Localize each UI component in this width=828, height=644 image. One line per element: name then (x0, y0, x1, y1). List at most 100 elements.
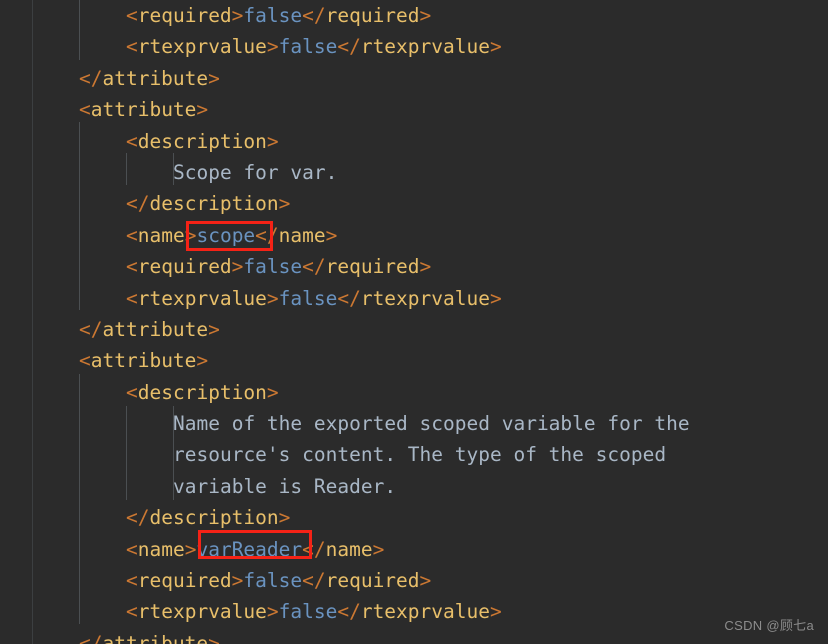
code-token: </ (79, 317, 103, 341)
code-content[interactable]: <required>false</required> <rtexprvalue>f… (0, 0, 828, 644)
code-token: < (126, 255, 138, 279)
code-token: > (231, 4, 244, 27)
code-token: < (126, 569, 138, 593)
code-token: Scope for var. (173, 160, 338, 184)
code-token: attribute (102, 66, 209, 90)
code-token: Name of the exported scoped variable for… (173, 412, 690, 436)
code-token: > (208, 317, 220, 341)
code-token: > (266, 129, 279, 153)
code-token: rtexprvalue (360, 35, 490, 59)
code-token: > (372, 537, 385, 561)
code-line[interactable]: <attribute> (0, 345, 828, 376)
code-token: false (278, 35, 338, 59)
code-token: > (489, 600, 502, 624)
code-token: description (149, 506, 279, 530)
code-token: </ (79, 631, 103, 644)
code-token: description (137, 129, 267, 153)
code-token: </ (302, 569, 326, 593)
code-token: varReader (196, 537, 303, 561)
code-token: > (419, 4, 432, 27)
code-token: > (196, 98, 209, 122)
code-token: required (325, 569, 420, 593)
code-token: > (419, 569, 432, 593)
code-line[interactable]: <attribute> (0, 94, 828, 125)
code-token: required (325, 255, 420, 279)
code-token: </ (302, 4, 326, 27)
code-token: </ (79, 66, 103, 90)
code-token: required (325, 4, 420, 27)
code-token: < (126, 223, 138, 247)
watermark: CSDN @顾七a (724, 618, 814, 633)
code-token: < (126, 35, 138, 59)
code-token: </ (255, 223, 279, 247)
code-token: > (266, 286, 279, 310)
code-line[interactable]: variable is Reader. (0, 471, 828, 502)
code-token: </ (337, 600, 361, 624)
code-token: </ (302, 537, 326, 561)
code-line[interactable]: <rtexprvalue>false</rtexprvalue> (0, 596, 828, 627)
code-token: > (278, 192, 291, 216)
code-token: required (137, 4, 232, 27)
code-line[interactable]: </attribute> (0, 314, 828, 345)
code-token: </ (302, 255, 326, 279)
code-line[interactable]: <rtexprvalue>false</rtexprvalue> (0, 283, 828, 314)
code-token: > (489, 35, 502, 59)
code-line[interactable]: </description> (0, 188, 828, 219)
code-token: > (231, 569, 244, 593)
code-token: attribute (90, 349, 197, 373)
code-token: < (126, 129, 138, 153)
code-line[interactable]: </attribute> (0, 628, 828, 644)
code-token: rtexprvalue (137, 35, 267, 59)
code-token: </ (126, 506, 150, 530)
code-token: rtexprvalue (137, 600, 267, 624)
code-token: > (266, 35, 279, 59)
code-token: false (278, 600, 338, 624)
code-token: < (126, 286, 138, 310)
code-token: < (126, 380, 138, 404)
code-token: > (196, 349, 209, 373)
code-token: rtexprvalue (137, 286, 267, 310)
code-token: > (184, 537, 197, 561)
code-token: required (137, 569, 232, 593)
code-line[interactable]: <required>false</required> (0, 251, 828, 282)
code-token: > (325, 223, 338, 247)
code-line[interactable]: <description> (0, 377, 828, 408)
code-token: < (126, 4, 138, 27)
code-token: variable is Reader. (173, 474, 397, 498)
code-token: < (126, 537, 138, 561)
code-line[interactable]: <required>false</required> (0, 0, 828, 31)
code-line[interactable]: <description> (0, 126, 828, 157)
code-line[interactable]: </description> (0, 502, 828, 533)
code-token: > (489, 286, 502, 310)
code-token: </ (126, 192, 150, 216)
code-token: false (243, 569, 303, 593)
code-token: > (278, 506, 291, 530)
code-token: attribute (102, 317, 209, 341)
code-token: attribute (102, 631, 209, 644)
code-token: > (208, 66, 220, 90)
code-line[interactable]: <required>false</required> (0, 565, 828, 596)
code-line[interactable]: </attribute> (0, 63, 828, 94)
code-token: resource's content. The type of the scop… (173, 443, 667, 467)
code-line[interactable]: <name>scope</name> (0, 220, 828, 251)
code-line[interactable]: Scope for var. (0, 157, 828, 188)
code-line[interactable]: Name of the exported scoped variable for… (0, 408, 828, 439)
code-token: false (278, 286, 338, 310)
code-token: attribute (90, 98, 197, 122)
code-token: required (137, 255, 232, 279)
code-token: < (79, 349, 91, 373)
code-token: > (184, 223, 197, 247)
code-token: description (149, 192, 279, 216)
code-line[interactable]: <name>varReader</name> (0, 534, 828, 565)
code-line[interactable]: resource's content. The type of the scop… (0, 439, 828, 470)
code-token: > (208, 631, 220, 644)
code-token: name (325, 537, 373, 561)
code-line[interactable]: <rtexprvalue>false</rtexprvalue> (0, 31, 828, 62)
code-token: > (419, 255, 432, 279)
code-token: < (79, 98, 91, 122)
code-token: > (231, 255, 244, 279)
code-editor[interactable]: <required>false</required> <rtexprvalue>f… (0, 0, 828, 644)
code-token: rtexprvalue (360, 600, 490, 624)
code-token: false (243, 255, 303, 279)
code-token: name (137, 223, 185, 247)
